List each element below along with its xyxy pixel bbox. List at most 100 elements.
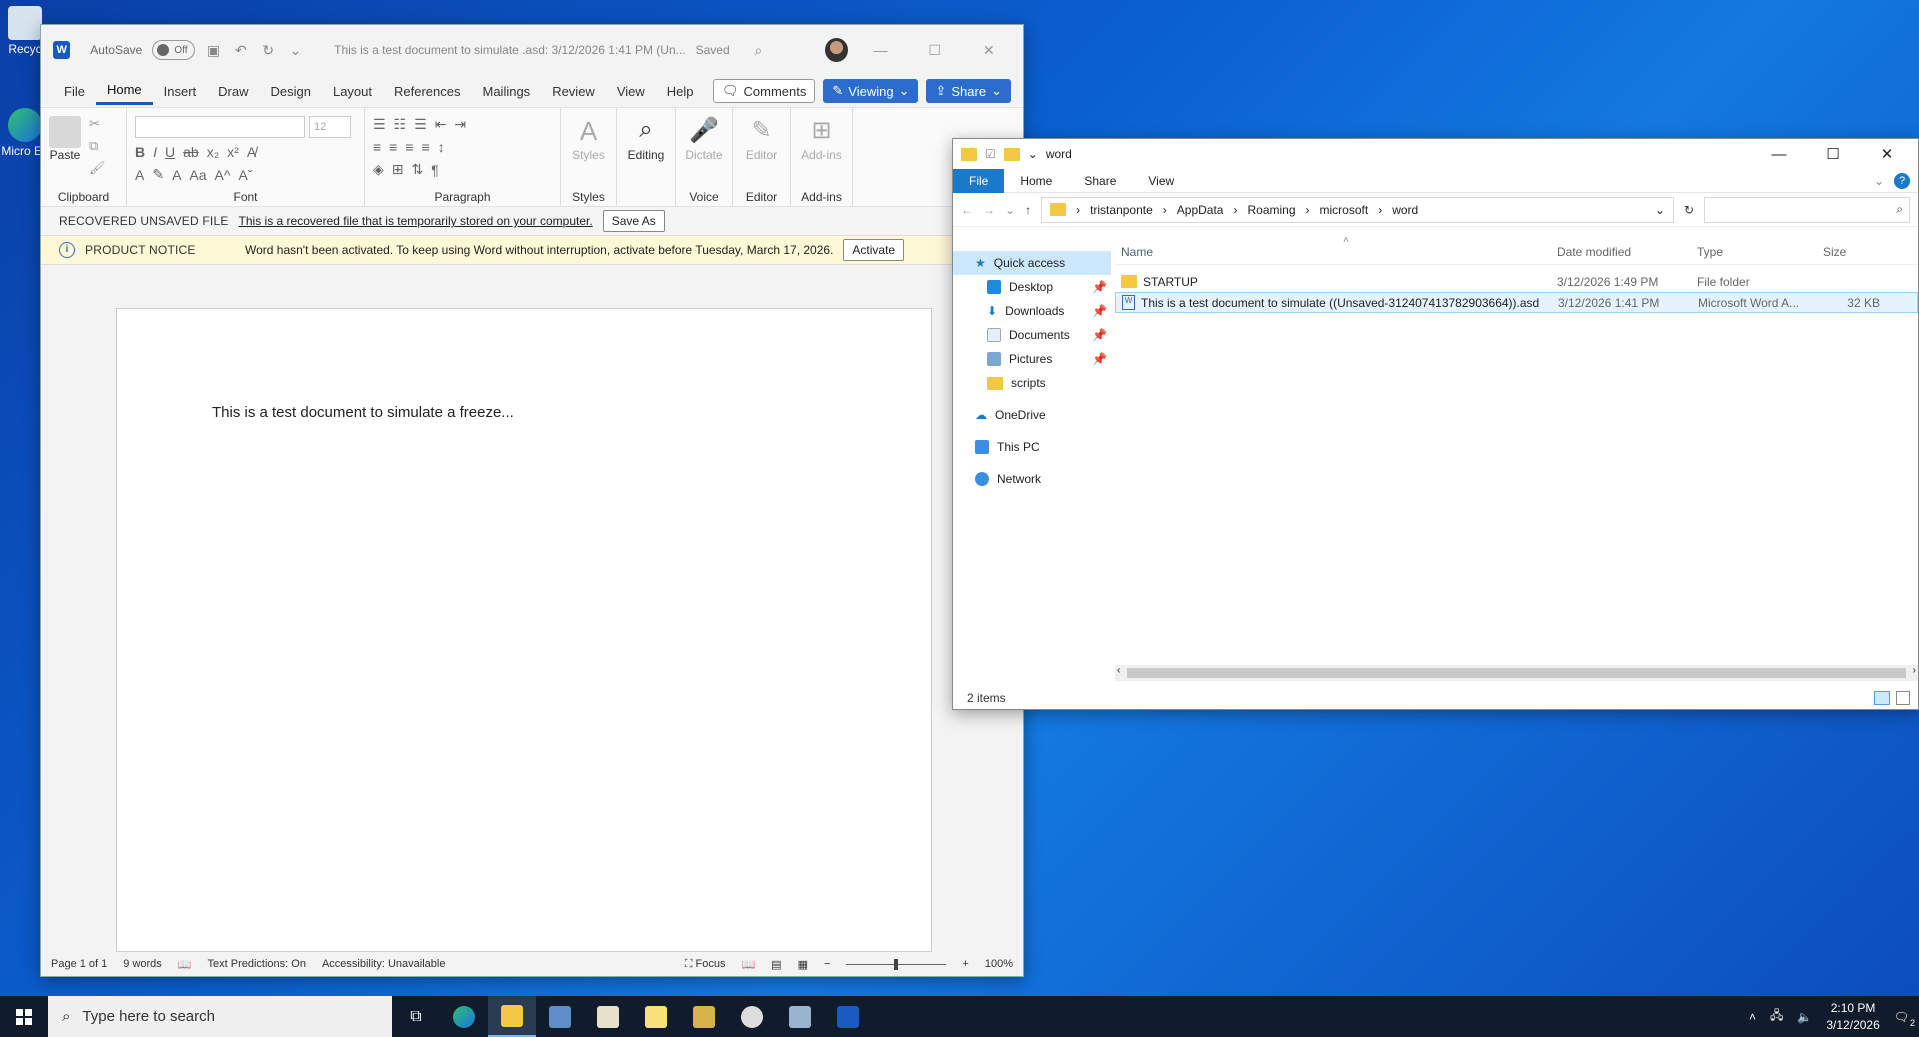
editing-label[interactable]: Editing bbox=[628, 148, 665, 162]
breadcrumb-item[interactable]: word bbox=[1392, 203, 1418, 217]
nav-pictures[interactable]: Pictures 📌 bbox=[953, 347, 1111, 371]
undo-icon[interactable]: ↶ bbox=[232, 41, 249, 59]
up-icon[interactable]: ↑ bbox=[1025, 203, 1031, 217]
properties-icon[interactable]: ☑ bbox=[985, 147, 996, 161]
align-left-icon[interactable]: ≡ bbox=[373, 139, 381, 155]
shrink-font-icon[interactable]: Aˇ bbox=[238, 167, 252, 183]
align-right-icon[interactable]: ≡ bbox=[405, 139, 413, 155]
editor-pen-icon[interactable]: ✎ bbox=[746, 116, 778, 148]
text-effects-icon[interactable]: A bbox=[135, 167, 144, 183]
highlight-icon[interactable]: ✎ bbox=[152, 166, 164, 183]
taskbar-word[interactable] bbox=[824, 996, 872, 1037]
redo-icon[interactable]: ↻ bbox=[260, 41, 277, 59]
document-page[interactable]: This is a test document to simulate a fr… bbox=[116, 308, 932, 952]
column-date[interactable]: Date modified bbox=[1551, 245, 1691, 259]
taskbar-app-4[interactable] bbox=[680, 996, 728, 1037]
tab-review[interactable]: Review bbox=[541, 79, 606, 104]
volume-icon[interactable]: 🔈 bbox=[1797, 1010, 1812, 1024]
zoom-slider[interactable] bbox=[846, 958, 947, 970]
close-button[interactable]: ✕ bbox=[967, 42, 1011, 59]
document-body-text[interactable]: This is a test document to simulate a fr… bbox=[212, 404, 514, 421]
breadcrumb-item[interactable]: tristanponte bbox=[1090, 203, 1153, 217]
font-color-icon[interactable]: A bbox=[172, 167, 181, 183]
share-button[interactable]: ⇪ Share ⌄ bbox=[926, 79, 1011, 103]
breadcrumb-item[interactable]: AppData bbox=[1177, 203, 1224, 217]
help-icon[interactable]: ? bbox=[1894, 172, 1910, 189]
start-button[interactable] bbox=[0, 996, 48, 1037]
zoom-level[interactable]: 100% bbox=[985, 958, 1013, 970]
align-center-icon[interactable]: ≡ bbox=[389, 139, 397, 155]
nav-this-pc[interactable]: This PC bbox=[953, 435, 1111, 459]
tab-file[interactable]: File bbox=[953, 168, 1005, 193]
notifications-button[interactable]: 🗨 2 bbox=[1894, 1010, 1915, 1028]
nav-documents[interactable]: Documents 📌 bbox=[953, 323, 1111, 347]
show-marks-icon[interactable]: ¶ bbox=[431, 162, 439, 178]
proofing-icon[interactable]: 📖 bbox=[178, 958, 192, 971]
nav-onedrive[interactable]: ☁ OneDrive bbox=[953, 403, 1111, 427]
sort-icon[interactable]: ⇅ bbox=[412, 161, 424, 178]
autosave-toggle[interactable]: Off bbox=[152, 40, 195, 60]
tab-view[interactable]: View bbox=[1132, 169, 1190, 193]
column-size[interactable]: Size bbox=[1817, 245, 1887, 259]
column-name[interactable]: Name bbox=[1115, 245, 1551, 259]
grow-font-icon[interactable]: A^ bbox=[215, 167, 231, 183]
word-count[interactable]: 9 words bbox=[123, 958, 162, 970]
chevron-up-icon[interactable]: ˄ bbox=[1749, 1010, 1756, 1024]
maximize-button[interactable]: ☐ bbox=[1810, 145, 1856, 163]
user-avatar[interactable] bbox=[825, 38, 849, 62]
taskbar-app-3[interactable] bbox=[632, 996, 680, 1037]
tab-home[interactable]: Home bbox=[95, 77, 153, 105]
taskbar-edge[interactable] bbox=[440, 996, 488, 1037]
file-row[interactable]: STARTUP 3/12/2026 1:49 PM File folder bbox=[1115, 271, 1918, 292]
web-layout-icon[interactable]: ▦ bbox=[798, 958, 808, 971]
borders-icon[interactable]: ⊞ bbox=[392, 161, 404, 178]
tab-layout[interactable]: Layout bbox=[322, 79, 383, 104]
taskbar-search[interactable]: ⌕ Type here to search bbox=[48, 996, 392, 1037]
saved-status[interactable]: Saved bbox=[696, 43, 730, 57]
column-type[interactable]: Type bbox=[1691, 245, 1817, 259]
strikethrough-icon[interactable]: ab bbox=[183, 144, 199, 160]
viewing-button[interactable]: ✎ Viewing ⌄ bbox=[823, 79, 919, 103]
forward-icon[interactable]: → bbox=[983, 203, 995, 217]
change-case-icon[interactable]: Aa bbox=[189, 167, 206, 183]
text-predictions[interactable]: Text Predictions: On bbox=[208, 958, 306, 970]
taskbar-app-6[interactable] bbox=[776, 996, 824, 1037]
close-button[interactable]: ✕ bbox=[1864, 145, 1910, 163]
breadcrumb-item[interactable]: Roaming bbox=[1247, 203, 1295, 217]
save-as-button[interactable]: Save As bbox=[602, 210, 665, 232]
task-view-button[interactable]: ⧉ bbox=[392, 996, 440, 1037]
tab-mailings[interactable]: Mailings bbox=[472, 79, 542, 104]
multilevel-list-icon[interactable]: ☰ bbox=[414, 116, 427, 133]
taskbar-app-1[interactable] bbox=[536, 996, 584, 1037]
taskbar-app-2[interactable] bbox=[584, 996, 632, 1037]
chevron-down-icon[interactable]: ⌄ bbox=[1028, 147, 1038, 161]
taskbar-file-explorer[interactable] bbox=[488, 996, 536, 1037]
format-painter-icon[interactable]: 🖌 bbox=[89, 160, 106, 176]
tab-references[interactable]: References bbox=[383, 79, 471, 104]
tab-view[interactable]: View bbox=[606, 79, 656, 104]
minimize-button[interactable]: — bbox=[1756, 146, 1802, 163]
focus-button[interactable]: ⛶ Focus bbox=[685, 958, 726, 971]
accessibility-status[interactable]: Accessibility: Unavailable bbox=[322, 958, 446, 970]
customize-toolbar-icon[interactable]: ⌄ bbox=[287, 41, 304, 59]
shading-icon[interactable]: ◈ bbox=[373, 161, 384, 178]
scroll-right-icon[interactable]: › bbox=[1913, 665, 1916, 676]
zoom-out-icon[interactable]: − bbox=[824, 958, 830, 970]
network-status-icon[interactable]: 🖧 bbox=[1770, 1006, 1783, 1027]
scroll-left-icon[interactable]: ‹ bbox=[1117, 665, 1120, 676]
scroll-thumb[interactable] bbox=[1127, 668, 1906, 678]
document-title[interactable]: This is a test document to simulate .asd… bbox=[334, 43, 686, 57]
tab-draw[interactable]: Draw bbox=[207, 79, 259, 104]
horizontal-scrollbar[interactable]: ‹ › bbox=[1115, 665, 1918, 681]
justify-icon[interactable]: ≡ bbox=[422, 139, 430, 155]
italic-icon[interactable]: I bbox=[153, 144, 157, 160]
minimize-button[interactable]: — bbox=[858, 42, 902, 58]
save-icon[interactable]: ▣ bbox=[205, 41, 222, 59]
chevron-down-icon[interactable]: ⌄ bbox=[1655, 203, 1665, 217]
large-icons-view-icon[interactable] bbox=[1896, 691, 1910, 705]
font-name-box[interactable] bbox=[135, 116, 305, 138]
clock[interactable]: 2:10 PM 3/12/2026 bbox=[1826, 1000, 1879, 1034]
activate-button[interactable]: Activate bbox=[843, 239, 905, 261]
magnifier-icon[interactable]: ⌕ bbox=[630, 116, 662, 148]
nav-downloads[interactable]: ⬇ Downloads 📌 bbox=[953, 299, 1111, 323]
